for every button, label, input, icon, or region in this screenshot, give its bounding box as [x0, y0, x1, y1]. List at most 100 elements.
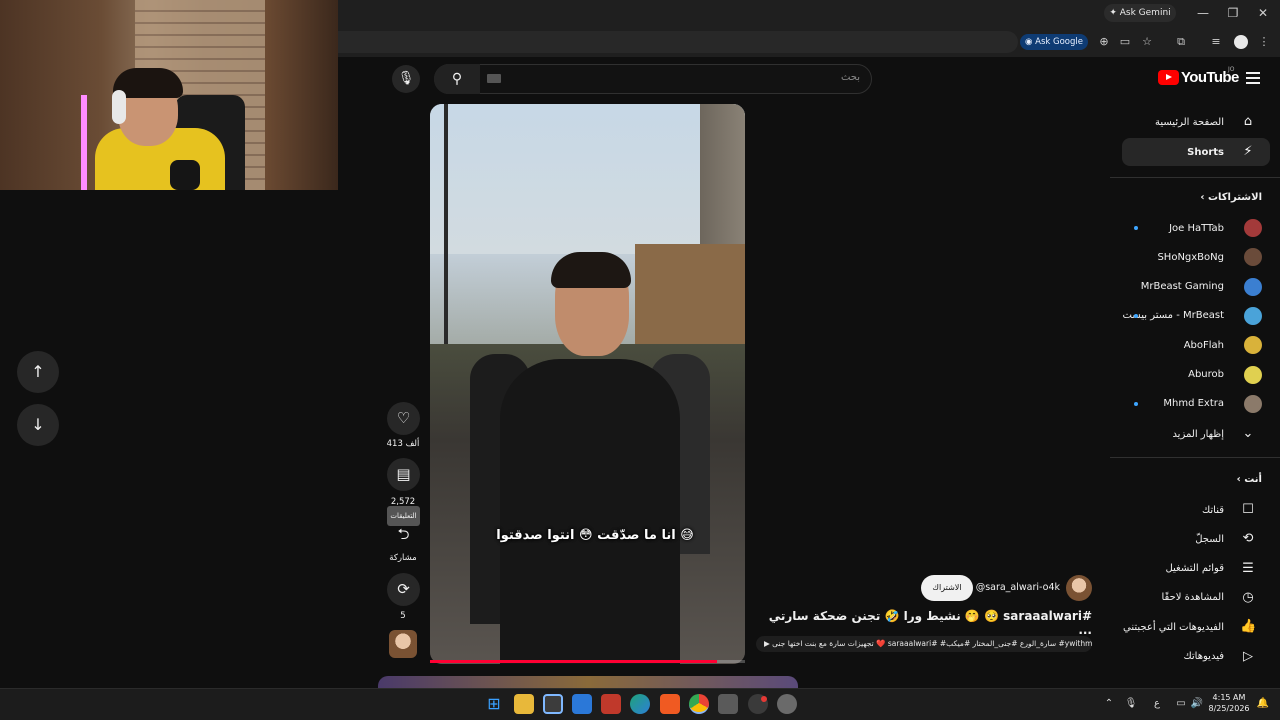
sidebar-item-you[interactable]: فيديوهاتك ▷ [1122, 643, 1270, 671]
like-button[interactable]: ♡ [387, 402, 420, 435]
sidebar-item-you[interactable]: الفيديوهات التي أعجبتني 👍 [1122, 613, 1270, 641]
address-bar[interactable] [338, 31, 1018, 53]
search-button[interactable]: ⚲ [434, 64, 480, 94]
heart-icon: ♡ [396, 409, 411, 427]
history-icon: ⟲ [1242, 531, 1254, 547]
minimize-button[interactable]: — [1188, 4, 1218, 22]
zoom-icon[interactable]: ⊕ [1097, 35, 1111, 49]
camera-icon[interactable] [718, 694, 738, 714]
microphone-icon: 🎙 [397, 71, 415, 86]
voice-search-button[interactable]: 🎙 [392, 65, 420, 93]
shorts-icon: ⚡ [1243, 144, 1253, 159]
short-title[interactable]: نشيط ورا 🤣 تجنن ضحكة سارتي 🤭 🥺 saraaalwa… [760, 609, 1092, 637]
ask-google-button[interactable]: ◉ Ask Google [1020, 34, 1088, 50]
short-video-player[interactable] [430, 104, 745, 664]
search-placeholder: بحث [840, 72, 860, 83]
video-progress-fill [430, 660, 717, 663]
sidebar-item-subscription[interactable]: AboFlah [1122, 331, 1270, 359]
subscription-name: Joe HaTTab [1169, 222, 1224, 234]
notification-dot [761, 696, 767, 702]
edge-icon[interactable] [630, 694, 650, 714]
sidebar-item-subscription[interactable]: MrBeast Gaming [1122, 273, 1270, 301]
channel-avatar[interactable] [1066, 575, 1092, 601]
profile-avatar[interactable] [1234, 35, 1248, 49]
sidebar-item-subscription[interactable]: SHoNgxBoNg [1122, 243, 1270, 271]
menu-hamburger-icon[interactable] [1246, 72, 1260, 84]
sidebar-item-label: قناتك [1201, 504, 1224, 516]
restore-button[interactable]: ❐ [1218, 4, 1248, 22]
new-content-dot [1134, 313, 1138, 318]
subscription-name: SHoNgxBoNg [1157, 251, 1224, 263]
next-short-button[interactable]: ↓ [17, 404, 59, 446]
region-code: JO [1228, 66, 1235, 73]
sidebar-item-you[interactable]: السجلّ ⟲ [1122, 525, 1270, 553]
sidebar-item-you[interactable]: قناتك ☐ [1122, 496, 1270, 524]
wood-panel [265, 0, 338, 190]
settings-gear-icon[interactable] [777, 694, 797, 714]
show-more-button[interactable]: إظهار المزيد ⌄ [1122, 420, 1270, 448]
sky [430, 104, 745, 254]
you-header[interactable]: ‹ أنت [1122, 474, 1262, 485]
app-media-icon[interactable] [601, 694, 621, 714]
keyboard-icon[interactable] [487, 74, 501, 83]
sidebar-item-shorts[interactable]: Shorts ⚡ [1122, 138, 1270, 166]
channel-avatar [1244, 248, 1262, 267]
sidebar-item-subscription[interactable]: Joe HaTTab [1122, 214, 1270, 242]
sidebar-item-label: فيديوهاتك [1183, 651, 1224, 662]
lens-icon: ◉ [1025, 37, 1036, 47]
sidebar-item-label: قوائم التشغيل [1165, 563, 1224, 575]
channel-thumbnail[interactable] [389, 630, 417, 658]
reading-list-icon[interactable]: ≡ [1209, 35, 1223, 49]
system-clock[interactable]: 4:15 AM 8/25/2026 [1206, 692, 1252, 714]
app-3-icon[interactable] [572, 694, 592, 714]
chrome-icon[interactable] [689, 694, 709, 714]
sidebar-item-you[interactable]: المشاهدة لاحقًا ◷ [1122, 584, 1270, 612]
ask-gemini-button[interactable]: ✦ Ask Gemini [1104, 4, 1176, 22]
related-video-pill[interactable]: ▶ تجهيزات سارة مع بنت اختها جنى ❤️ saraa… [756, 636, 1092, 652]
channel-avatar [1244, 219, 1262, 237]
store-icon[interactable] [543, 694, 563, 714]
video-icon: ▷ [1243, 648, 1253, 664]
sidebar-item-label: الفيديوهات التي أعجبتني [1123, 621, 1224, 633]
network-icon[interactable]: ▭ [1174, 697, 1188, 711]
microphone [170, 160, 200, 190]
sidebar-item-subscription[interactable]: Mhmd Extra [1122, 390, 1270, 418]
webcam-overlay [0, 0, 338, 190]
sidebar-item-subscription[interactable]: Aburob [1122, 361, 1270, 389]
share-button[interactable]: ⮌ [387, 518, 420, 551]
previous-short-button[interactable]: ↑ [17, 351, 59, 393]
brave-icon[interactable] [660, 694, 680, 714]
sidebar-item-you[interactable]: قوائم التشغيل ☰ [1122, 555, 1270, 583]
channel-handle[interactable]: @sara_alwari-o4k [960, 582, 1060, 593]
remix-button[interactable]: ⟳ [387, 573, 420, 606]
close-window-button[interactable]: ✕ [1248, 4, 1278, 22]
channel-avatar [1244, 277, 1262, 296]
sidebar-item-subscription[interactable]: مستر بيست - MrBeast [1122, 302, 1270, 330]
bookmark-star-icon[interactable]: ☆ [1140, 35, 1154, 49]
subscription-name: Aburob [1188, 369, 1224, 380]
chevron-down-icon: ⌄ [1242, 426, 1254, 441]
channel-avatar [1244, 336, 1262, 355]
tray-chevron-up-icon[interactable]: ⌃ [1102, 697, 1116, 711]
youtube-logo[interactable]: YouTube [1158, 68, 1239, 88]
browser-menu-icon[interactable]: ⋮ [1257, 35, 1271, 49]
volume-icon[interactable]: 🔊 [1190, 697, 1204, 711]
sidebar-item-home[interactable]: الصفحة الرئيسية ⌂ [1122, 108, 1270, 136]
gemini-icon: ✦ [1109, 8, 1120, 18]
cast-icon[interactable]: ▭ [1118, 35, 1132, 49]
extensions-icon[interactable]: ⧉ [1174, 35, 1188, 49]
remix-icon: ⟳ [397, 580, 410, 598]
subscribe-button[interactable]: الاشتراك [921, 575, 973, 601]
channel-avatar [1244, 394, 1262, 413]
windows-start-icon[interactable]: ⊞ [484, 694, 504, 714]
input-language[interactable]: ع [1150, 697, 1164, 711]
comments-button[interactable]: ▤ [387, 458, 420, 491]
notifications-icon[interactable]: 🔔 [1256, 697, 1270, 711]
headphones [112, 90, 126, 124]
tray-microphone-icon[interactable]: 🎙 [1124, 697, 1138, 711]
subscription-name: AboFlah [1183, 339, 1224, 351]
subscriptions-header[interactable]: ‹ الاشتراكات [1122, 192, 1262, 203]
channel-avatar [1244, 365, 1262, 384]
arrow-up-icon: ↑ [31, 362, 45, 381]
file-explorer-icon[interactable] [514, 694, 534, 714]
